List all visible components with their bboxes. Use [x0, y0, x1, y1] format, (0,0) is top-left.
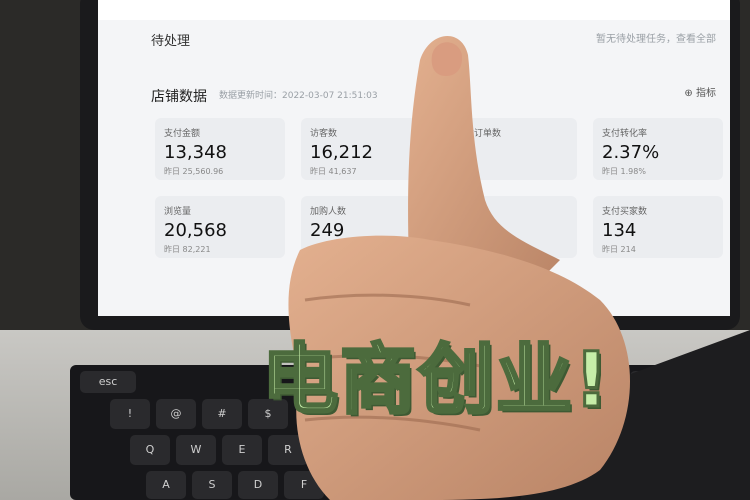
overlay-title: 电商创业!: [261, 334, 611, 426]
